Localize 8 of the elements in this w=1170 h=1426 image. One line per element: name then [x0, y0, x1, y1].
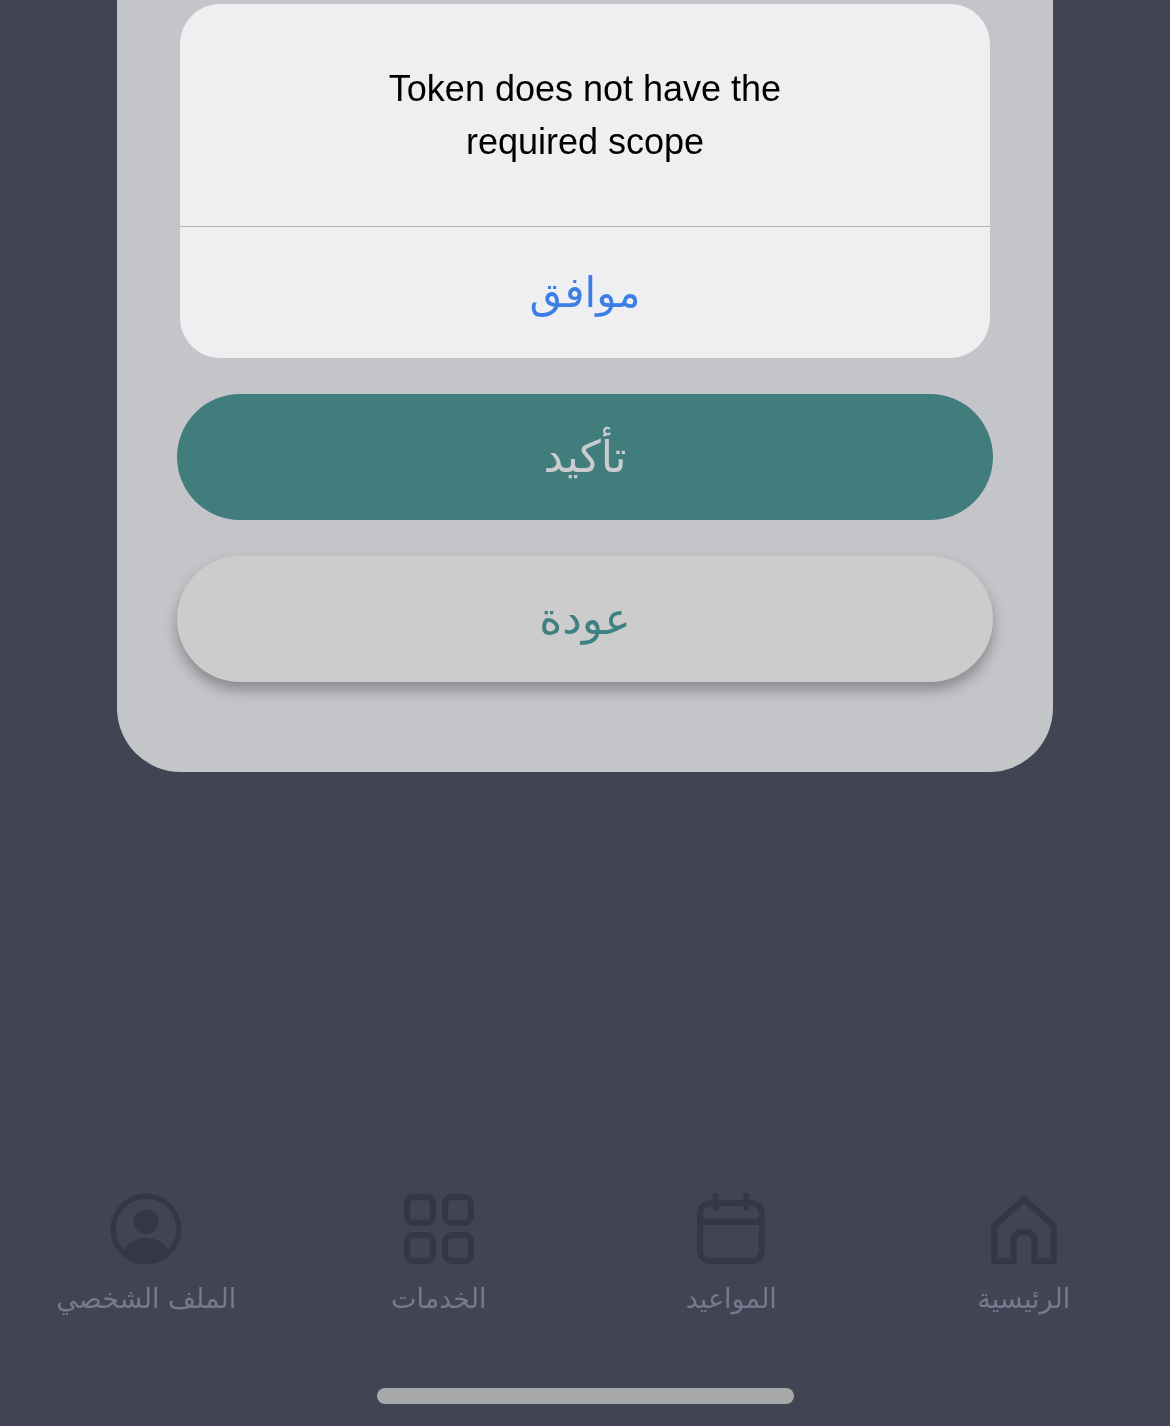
back-button[interactable]: عودة	[177, 556, 993, 682]
tab-bar-item[interactable]: الخدمات	[292, 1193, 585, 1317]
tab-bar-item[interactable]: الرئيسية	[877, 1193, 1170, 1317]
tab-bar-item[interactable]: الملف الشخصي	[0, 1193, 293, 1317]
ok-button[interactable]: موافق	[513, 262, 657, 323]
confirm-button[interactable]: تأكيد	[177, 394, 993, 520]
tab-bar-item[interactable]: المواعيد	[585, 1193, 878, 1317]
alert-message: Token does not have the required scope	[387, 67, 783, 164]
